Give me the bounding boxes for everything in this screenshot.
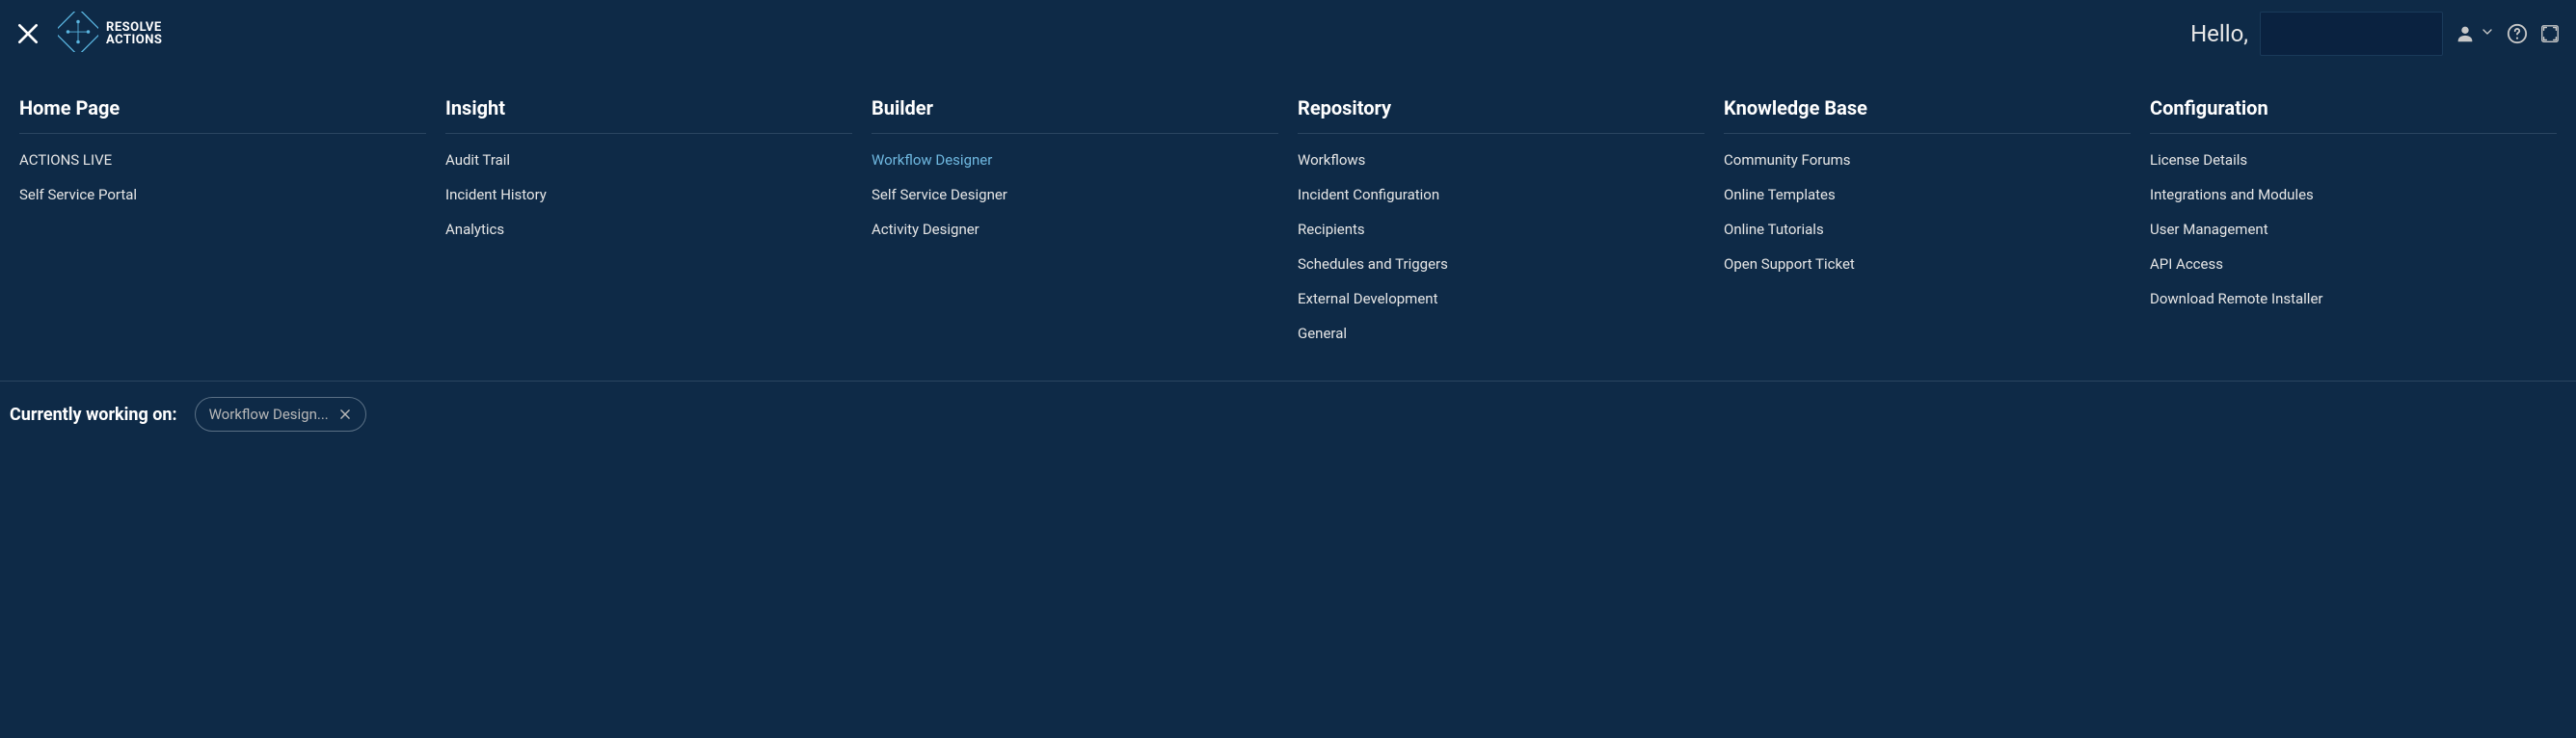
nav-column: Builder Workflow Designer Self Service Des…	[872, 96, 1278, 342]
nav-item[interactable]: Community Forums	[1724, 151, 2131, 169]
chevron-down-icon	[2480, 24, 2495, 43]
user-icon	[2455, 23, 2476, 44]
nav-heading: Knowledge Base	[1724, 96, 2131, 134]
user-name-block	[2260, 12, 2443, 56]
top-bar: RESOLVE ACTIONS Hello,	[0, 0, 2576, 67]
nav-heading: Repository	[1298, 96, 1704, 134]
top-bar-right: Hello,	[2190, 12, 2561, 56]
nav-item[interactable]: License Details	[2150, 151, 2557, 169]
nav-items: ACTIONS LIVE Self Service Portal	[19, 151, 426, 203]
main-navigation: Home Page ACTIONS LIVE Self Service Portal…	[0, 67, 2576, 381]
logo[interactable]: RESOLVE ACTIONS	[58, 12, 162, 56]
nav-item[interactable]: General	[1298, 325, 1704, 342]
nav-item[interactable]: ACTIONS LIVE	[19, 151, 426, 169]
nav-item[interactable]: Workflow Designer	[872, 151, 1278, 169]
fullscreen-button[interactable]	[2539, 23, 2561, 44]
nav-item[interactable]: User Management	[2150, 221, 2557, 238]
nav-column: Configuration License Details Integrations…	[2150, 96, 2557, 342]
nav-item[interactable]: Schedules and Triggers	[1298, 255, 1704, 273]
nav-item[interactable]: Download Remote Installer	[2150, 290, 2557, 307]
nav-item[interactable]: Open Support Ticket	[1724, 255, 2131, 273]
nav-heading: Builder	[872, 96, 1278, 134]
nav-item[interactable]: External Development	[1298, 290, 1704, 307]
close-icon	[15, 21, 40, 46]
nav-items: Audit Trail Incident History Analytics	[445, 151, 852, 238]
expand-icon	[2539, 23, 2561, 44]
help-button[interactable]	[2507, 23, 2528, 44]
footer-bar: Currently working on: Workflow Design...	[0, 381, 2576, 457]
nav-column: Insight Audit Trail Incident History Analyt…	[445, 96, 852, 342]
chip-close-button[interactable]	[338, 408, 352, 421]
working-on-chip[interactable]: Workflow Design...	[195, 397, 366, 432]
nav-item[interactable]: Integrations and Modules	[2150, 186, 2557, 203]
close-button[interactable]	[15, 21, 40, 46]
nav-item[interactable]: Self Service Designer	[872, 186, 1278, 203]
nav-item[interactable]: Online Templates	[1724, 186, 2131, 203]
nav-item[interactable]: API Access	[2150, 255, 2557, 273]
nav-item[interactable]: Self Service Portal	[19, 186, 426, 203]
greeting-text: Hello,	[2190, 20, 2248, 47]
nav-item[interactable]: Analytics	[445, 221, 852, 238]
nav-item[interactable]: Workflows	[1298, 151, 1704, 169]
nav-item[interactable]: Activity Designer	[872, 221, 1278, 238]
nav-item[interactable]: Incident Configuration	[1298, 186, 1704, 203]
logo-text-bottom: ACTIONS	[106, 34, 162, 46]
top-bar-left: RESOLVE ACTIONS	[15, 12, 162, 56]
nav-heading: Insight	[445, 96, 852, 134]
nav-items: Workflows Incident Configuration Recipient…	[1298, 151, 1704, 342]
nav-heading: Home Page	[19, 96, 426, 134]
chips-container: Workflow Design...	[195, 397, 366, 432]
footer-label: Currently working on:	[10, 405, 177, 425]
nav-column: Knowledge Base Community Forums Online Tem…	[1724, 96, 2131, 342]
nav-item[interactable]: Audit Trail	[445, 151, 852, 169]
nav-items: Community Forums Online Templates Online T…	[1724, 151, 2131, 273]
user-menu[interactable]	[2455, 23, 2495, 44]
chip-label: Workflow Design...	[209, 406, 329, 423]
logo-text: RESOLVE ACTIONS	[106, 21, 162, 46]
nav-heading: Configuration	[2150, 96, 2557, 134]
nav-item[interactable]: Online Tutorials	[1724, 221, 2131, 238]
nav-items: Workflow Designer Self Service Designer Ac…	[872, 151, 1278, 238]
close-icon	[338, 408, 352, 421]
nav-item[interactable]: Recipients	[1298, 221, 1704, 238]
nav-column: Repository Workflows Incident Configuratio…	[1298, 96, 1704, 342]
help-icon	[2507, 23, 2528, 44]
logo-icon	[58, 12, 98, 56]
nav-column: Home Page ACTIONS LIVE Self Service Portal	[19, 96, 426, 342]
nav-items: License Details Integrations and Modules U…	[2150, 151, 2557, 307]
nav-item[interactable]: Incident History	[445, 186, 852, 203]
